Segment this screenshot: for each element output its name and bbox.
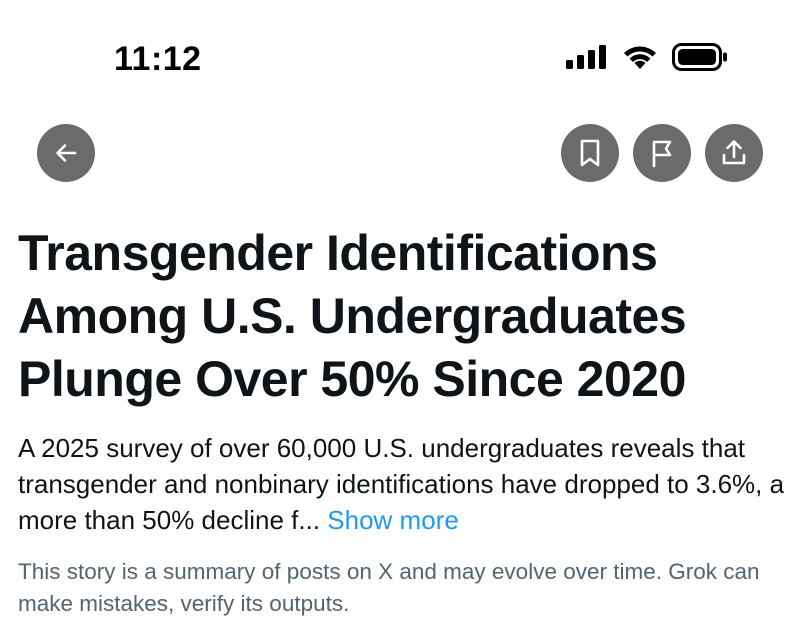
battery-icon: [672, 43, 728, 76]
cellular-signal-icon: [566, 45, 608, 74]
wifi-icon: [622, 44, 658, 75]
grok-disclaimer: This story is a summary of posts on X an…: [18, 559, 760, 616]
share-button[interactable]: [705, 124, 763, 182]
story-summary: A 2025 survey of over 60,000 U.S. underg…: [18, 430, 793, 538]
show-more-link[interactable]: Show more: [327, 505, 459, 535]
arrow-left-icon: [52, 139, 80, 167]
share-upload-icon: [719, 138, 749, 168]
status-bar: 11:12: [0, 0, 800, 110]
story-screen: 11:12 Transgender Identifications Among …: [0, 0, 800, 629]
bookmark-button[interactable]: [561, 124, 619, 182]
back-button[interactable]: [37, 124, 95, 182]
bookmark-icon: [577, 138, 603, 168]
status-time: 11:12: [114, 40, 202, 78]
status-icons: [566, 43, 728, 76]
flag-icon: [648, 138, 676, 168]
report-button[interactable]: [633, 124, 691, 182]
story-title: Transgender Identifications Among U.S. U…: [18, 225, 687, 407]
